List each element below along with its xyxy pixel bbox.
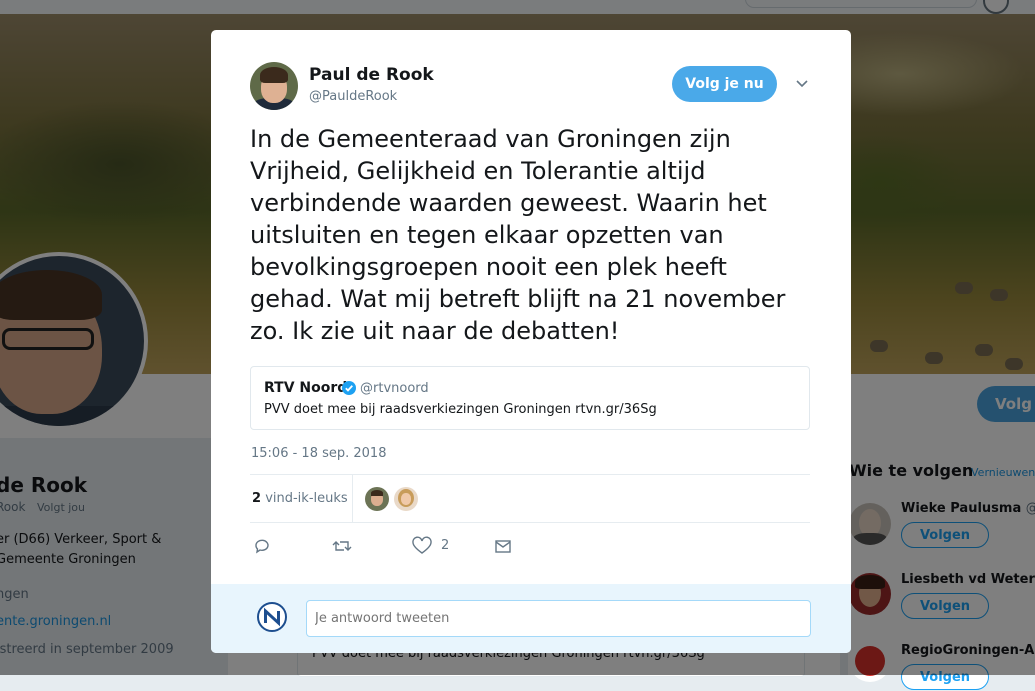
likes-number: 2 [252, 491, 262, 506]
liker-avatar[interactable] [365, 487, 389, 511]
likes-label: vind-ik-leuks [265, 491, 348, 506]
avatar-hair [260, 67, 288, 83]
following-button[interactable]: Volg je nu [672, 66, 777, 102]
tweet-modal: Paul de Rook @PauldeRook Volg je nu In d… [211, 30, 851, 653]
quote-author-name: RTV Noord [264, 380, 348, 396]
liker-avatar[interactable] [394, 487, 418, 511]
verified-badge-icon [342, 381, 356, 395]
envelope-icon[interactable] [494, 535, 512, 557]
quoted-tweet[interactable]: RTV Noord @rtvnoord PVV doet mee bij raa… [250, 366, 810, 430]
likes-stat[interactable]: 2 vind-ik-leuks [252, 491, 348, 506]
quote-text: PVV doet mee bij raadsverkiezingen Groni… [264, 402, 657, 417]
chevron-down-icon[interactable] [795, 76, 809, 90]
reply-input[interactable] [306, 600, 811, 637]
quote-author-handle: @rtvnoord [360, 381, 429, 396]
heart-icon[interactable] [412, 535, 432, 557]
divider [352, 475, 353, 522]
author-name[interactable]: Paul de Rook [309, 65, 434, 85]
tweet-text: In de Gemeenteraad van Groningen zijn Vr… [250, 125, 786, 345]
author-avatar[interactable] [250, 62, 298, 110]
tweet-timestamp[interactable]: 15:06 - 18 sep. 2018 [251, 446, 386, 461]
like-count: 2 [441, 538, 450, 553]
divider [250, 522, 810, 523]
author-handle[interactable]: @PauldeRook [309, 89, 397, 104]
divider [250, 474, 810, 475]
current-user-avatar[interactable] [257, 602, 287, 632]
reply-icon[interactable] [253, 535, 271, 557]
retweet-icon[interactable] [331, 535, 353, 557]
